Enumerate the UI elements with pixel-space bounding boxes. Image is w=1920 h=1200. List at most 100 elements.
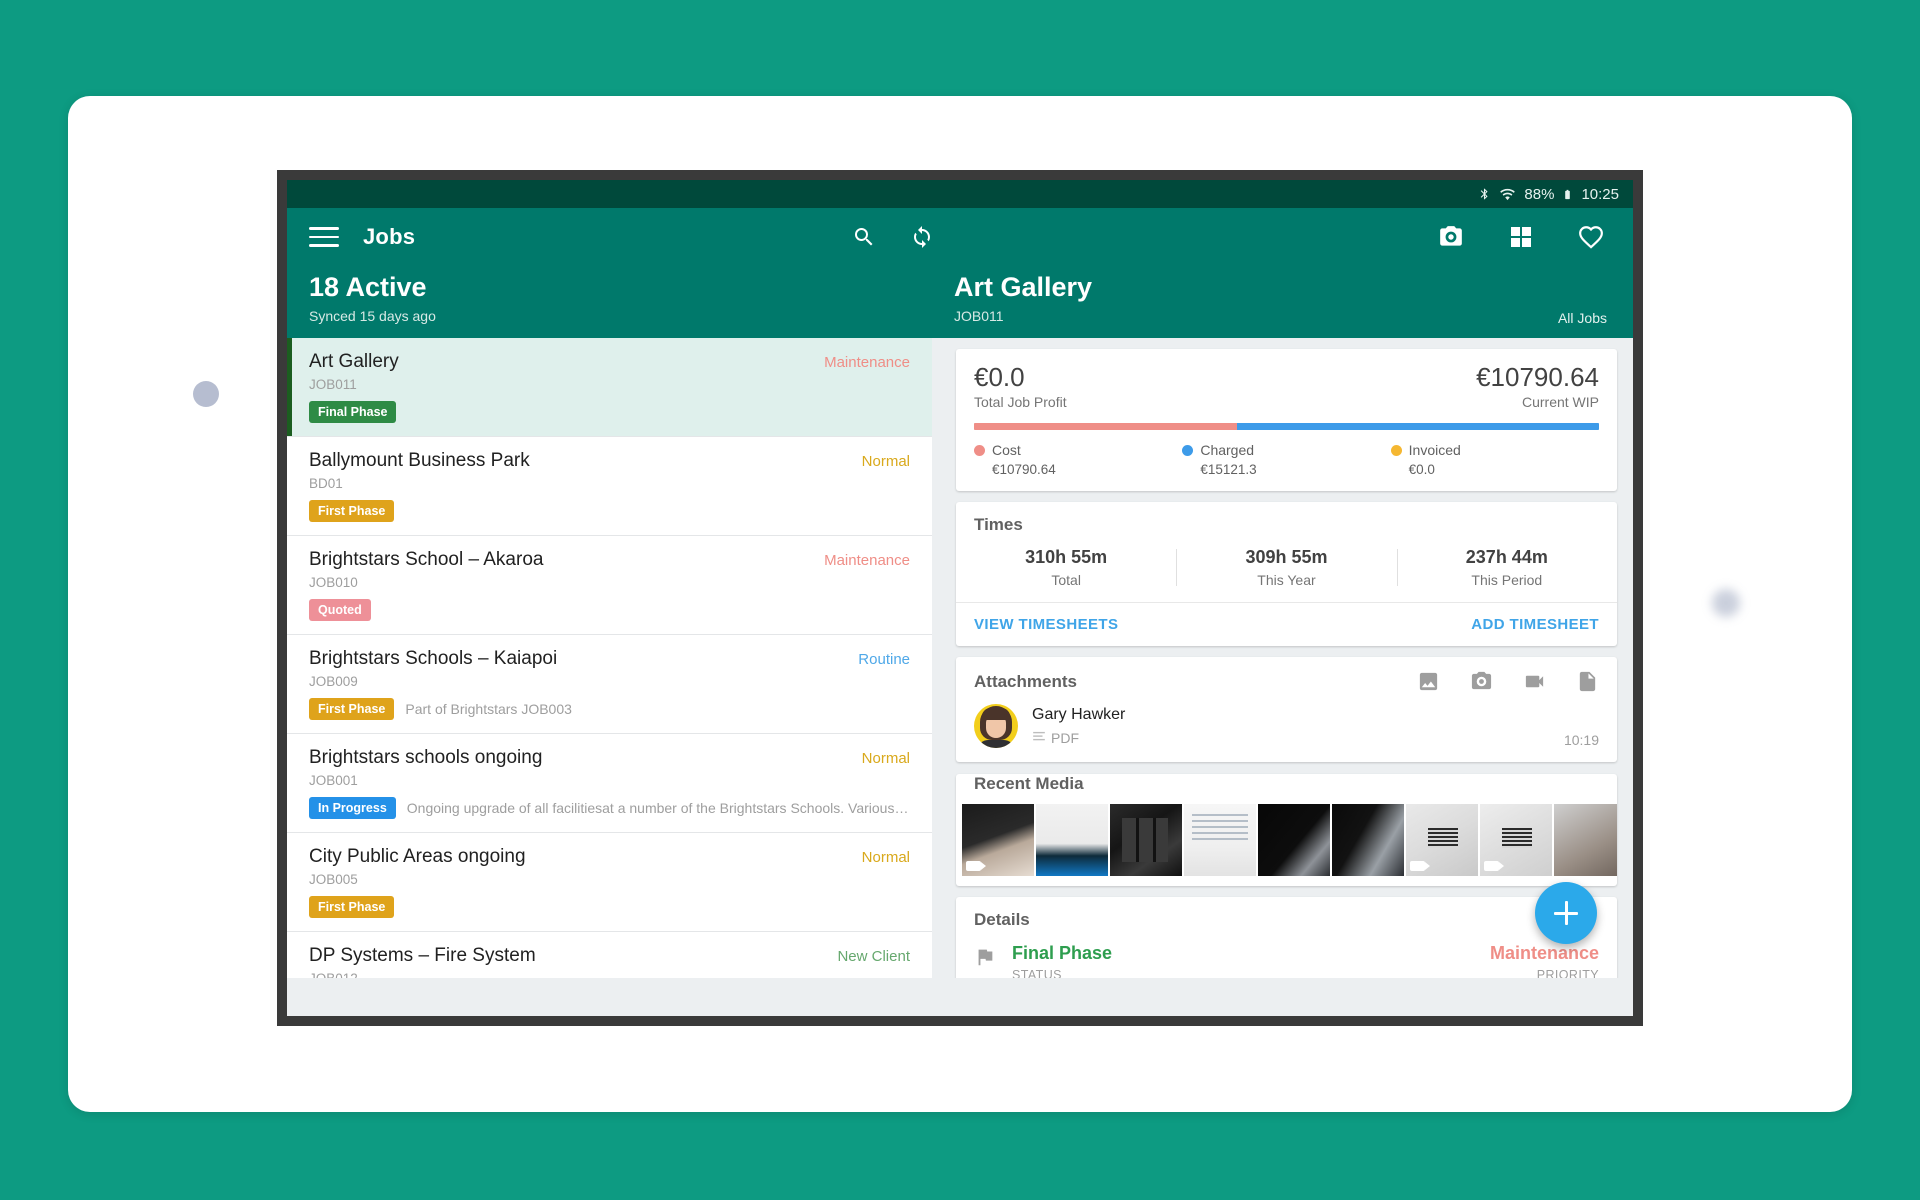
- video-badge-icon: [1484, 861, 1504, 871]
- legend-top: Charged: [1182, 442, 1390, 458]
- sync-refresh-icon[interactable]: [902, 217, 942, 257]
- job-description: Part of Brightstars JOB003: [405, 701, 572, 717]
- attachment-type-row: PDF: [1032, 729, 1564, 746]
- job-list-item[interactable]: DP Systems – Fire System New Client JOB012…: [287, 932, 932, 978]
- battery-percent-label: 88%: [1524, 185, 1555, 203]
- jobs-list[interactable]: Art Gallery Maintenance JOB011 Final Phase B…: [287, 338, 932, 978]
- job-list-item[interactable]: Art Gallery Maintenance JOB011 Final Phase: [287, 338, 932, 437]
- job-title-row: Art Gallery Maintenance: [309, 351, 910, 373]
- job-list-item[interactable]: Ballymount Business Park Normal BD01 First …: [287, 437, 932, 536]
- media-thumbnail[interactable]: [1258, 804, 1330, 876]
- add-timesheet-button[interactable]: ADD TIMESHEET: [1471, 616, 1599, 633]
- bar-segment-cost: [974, 423, 1237, 430]
- job-description: Ongoing upgrade of all facilitiesat a nu…: [406, 800, 910, 816]
- legend-item: Charged €15121.3: [1182, 442, 1390, 477]
- job-name: Brightstars Schools – Kaiapoi: [309, 648, 558, 669]
- video-badge-icon: [1410, 861, 1430, 871]
- status-value: Final Phase: [1012, 943, 1113, 963]
- job-code: JOB009: [309, 674, 358, 689]
- time-label: This Year: [1257, 572, 1316, 588]
- image-icon[interactable]: [1417, 670, 1440, 693]
- legend-dot: [974, 444, 985, 456]
- hamburger-menu-icon[interactable]: [309, 222, 339, 252]
- status-badge: First Phase: [309, 698, 395, 720]
- bar-segment-charged: [1236, 423, 1599, 430]
- recent-media-strip[interactable]: [956, 804, 1617, 876]
- recent-media-heading: Recent Media: [974, 774, 1084, 793]
- pane-divider: [932, 338, 946, 978]
- details-heading: Details: [974, 910, 1030, 929]
- profit-top-row: €0.0 Total Job Profit €10790.64 Current …: [974, 363, 1599, 410]
- job-list-item[interactable]: Brightstars schools ongoing Normal JOB001 I…: [287, 734, 932, 833]
- android-status-bar: 88% 10:25: [287, 180, 1633, 208]
- media-thumbnail[interactable]: [1184, 804, 1256, 876]
- times-heading: Times: [974, 515, 1023, 534]
- camera-icon[interactable]: [1470, 670, 1493, 693]
- legend-value: €10790.64: [992, 462, 1056, 477]
- job-list-item[interactable]: Brightstars School – Akaroa Maintenance JO…: [287, 536, 932, 635]
- view-timesheets-button[interactable]: VIEW TIMESHEETS: [974, 616, 1118, 633]
- job-list-item[interactable]: City Public Areas ongoing Normal JOB005 Fir…: [287, 833, 932, 932]
- thumbnail-detail: [1502, 828, 1532, 848]
- attachments-heading: Attachments: [974, 671, 1077, 691]
- camera-icon[interactable]: [1431, 217, 1471, 257]
- status-badge: In Progress: [309, 797, 396, 819]
- job-detail-pane[interactable]: €0.0 Total Job Profit €10790.64 Current …: [946, 338, 1633, 978]
- attachments-actions: [1417, 670, 1599, 693]
- right-drag-handle[interactable]: [1712, 589, 1740, 617]
- time-stat: 310h 55m Total: [956, 547, 1176, 588]
- job-list-item[interactable]: Brightstars Schools – Kaiapoi Routine JOB0…: [287, 635, 932, 734]
- heart-icon[interactable]: [1571, 217, 1611, 257]
- job-status-row: First Phase: [309, 500, 910, 522]
- job-name: Art Gallery: [309, 351, 399, 372]
- attachments-header: Attachments: [974, 670, 1599, 693]
- media-thumbnail[interactable]: [962, 804, 1034, 876]
- job-name: Ballymount Business Park: [309, 450, 530, 471]
- thumbnail-detail: [1192, 814, 1248, 840]
- status-badge: Final Phase: [309, 401, 397, 423]
- appbar-center-actions: [844, 217, 942, 257]
- attachment-author: Gary Hawker: [1032, 706, 1126, 723]
- media-thumbnail[interactable]: [1480, 804, 1552, 876]
- job-name: City Public Areas ongoing: [309, 846, 526, 867]
- content-split: Art Gallery Maintenance JOB011 Final Phase B…: [287, 338, 1633, 978]
- times-card: Times 310h 55m Total 309h 55m This Year 237h…: [956, 502, 1617, 646]
- job-code: JOB010: [309, 575, 358, 590]
- add-fab-button[interactable]: [1535, 882, 1597, 944]
- avatar: [974, 704, 1018, 748]
- recent-media-card: Recent Media: [956, 774, 1617, 886]
- media-thumbnail[interactable]: [1110, 804, 1182, 876]
- job-code: JOB011: [309, 377, 357, 392]
- media-thumbnail[interactable]: [1406, 804, 1478, 876]
- wifi-icon: [1499, 187, 1516, 202]
- job-code: JOB005: [309, 872, 358, 887]
- legend-label: Cost: [992, 442, 1021, 458]
- job-code: JOB012: [309, 971, 910, 978]
- legend-item: Invoiced €0.0: [1390, 442, 1599, 477]
- status-block: Final Phase STATUS: [1012, 943, 1112, 978]
- details-card: Details Final Phase STATUS Maintenance P…: [956, 897, 1617, 978]
- attachment-row[interactable]: Gary Hawker PDF 10:19: [974, 704, 1599, 748]
- profit-legend: Cost €10790.64 Charged €15121.3 Invoiced €0.0: [974, 442, 1599, 477]
- grid-view-icon[interactable]: [1501, 217, 1541, 257]
- clock-label: 10:25: [1581, 185, 1619, 203]
- job-title-row: DP Systems – Fire System New Client: [309, 945, 910, 967]
- job-status-row: First Phase: [309, 896, 910, 918]
- job-name: DP Systems – Fire System: [309, 945, 536, 966]
- left-drag-handle[interactable]: [193, 381, 219, 407]
- attachment-type-label: PDF: [1051, 729, 1079, 746]
- video-camera-icon[interactable]: [1523, 670, 1546, 693]
- media-thumbnail[interactable]: [1332, 804, 1404, 876]
- job-priority: Normal: [861, 750, 910, 767]
- current-wip: €10790.64 Current WIP: [1476, 363, 1599, 410]
- job-priority: Maintenance: [824, 552, 910, 569]
- media-thumbnail[interactable]: [1036, 804, 1108, 876]
- media-thumbnail[interactable]: [1554, 804, 1617, 876]
- job-title-row: Brightstars schools ongoing Normal: [309, 747, 910, 769]
- priority-label: PRIORITY: [1536, 968, 1599, 978]
- pdf-file-icon[interactable]: [1576, 670, 1599, 693]
- all-jobs-link[interactable]: All Jobs: [1558, 310, 1607, 326]
- time-value: 237h 44m: [1465, 547, 1548, 567]
- time-label: Total: [1051, 572, 1081, 588]
- search-icon[interactable]: [844, 217, 884, 257]
